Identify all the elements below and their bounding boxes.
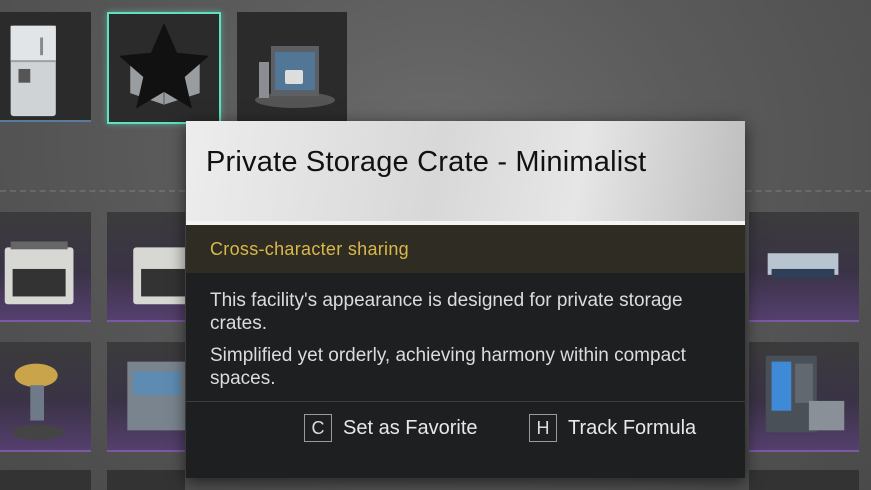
grid-item-partial-1[interactable] xyxy=(0,470,91,490)
grid-item-refrigerator[interactable] xyxy=(0,12,91,122)
oven-icon xyxy=(133,247,185,305)
key-c: C xyxy=(304,414,332,442)
track-formula-action[interactable]: H Track Formula xyxy=(529,414,696,442)
grid-item-oven-2[interactable] xyxy=(107,212,185,322)
track-formula-label: Track Formula xyxy=(568,416,697,439)
tooltip-footer: C Set as Favorite H Track Formula xyxy=(186,402,745,464)
item-title: Private Storage Crate - Minimalist xyxy=(206,146,647,178)
description-line-1: This facility's appearance is designed f… xyxy=(210,290,683,334)
grid-item-antenna[interactable] xyxy=(0,342,91,452)
refrigerator-icon xyxy=(10,25,56,117)
set-favorite-label: Set as Favorite xyxy=(343,416,478,439)
description-line-2: Simplified yet orderly, achieving harmon… xyxy=(210,345,686,389)
tooltip-header: Private Storage Crate - Minimalist xyxy=(186,121,745,225)
antenna-icon xyxy=(12,363,64,441)
set-favorite-action[interactable]: C Set as Favorite xyxy=(304,414,478,442)
grid-item-storage-station[interactable] xyxy=(237,12,347,122)
star-icon[interactable] xyxy=(109,14,219,122)
oven-icon xyxy=(4,241,74,305)
grid-item-control-console[interactable] xyxy=(749,342,859,452)
grid-item-oven-1[interactable] xyxy=(0,212,91,322)
storage-station-icon xyxy=(255,46,335,108)
grid-item-partial-3[interactable] xyxy=(749,470,859,490)
grid-item-wall-shelf[interactable] xyxy=(749,212,859,322)
grid-item-workbench[interactable] xyxy=(107,342,185,452)
control-console-icon xyxy=(765,355,845,433)
item-description: This facility's appearance is designed f… xyxy=(186,273,745,401)
grid-item-private-storage-crate[interactable] xyxy=(107,12,221,124)
grid-item-partial-2[interactable] xyxy=(107,470,185,490)
key-h: H xyxy=(529,414,557,442)
wall-shelf-icon xyxy=(767,253,839,279)
cross-character-sharing-tag: Cross-character sharing xyxy=(186,225,745,273)
item-tooltip: Private Storage Crate - Minimalist Cross… xyxy=(186,121,745,478)
workbench-icon xyxy=(127,361,185,431)
